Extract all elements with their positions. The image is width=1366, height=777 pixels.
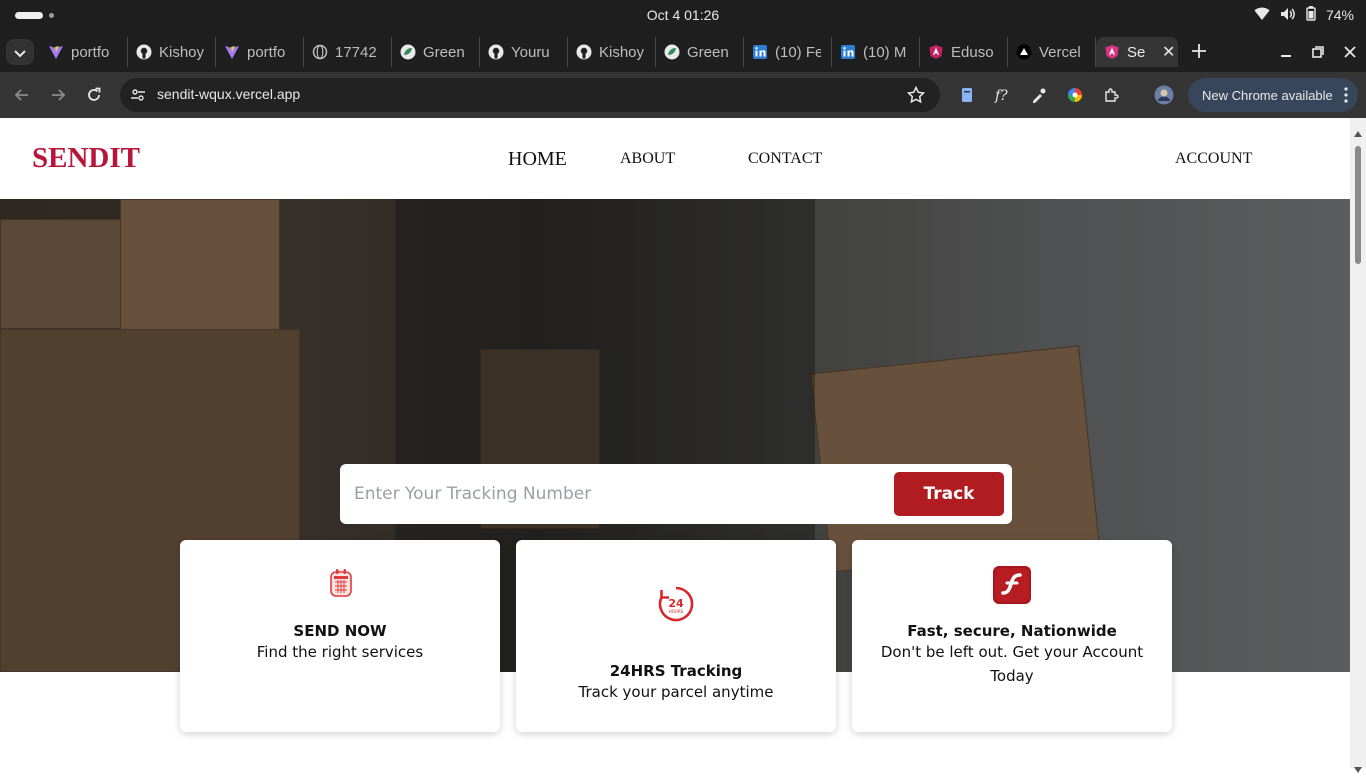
battery-percentage: 74%	[1325, 7, 1354, 23]
browser-tab[interactable]: Green	[656, 37, 744, 67]
profile-avatar[interactable]	[1152, 83, 1176, 107]
svg-text:HOURS: HOURS	[669, 609, 684, 614]
browser-tab[interactable]: Eduso	[920, 37, 1008, 67]
card-description: Find the right services	[256, 643, 424, 661]
os-status-bar: Oct 4 01:26 74%	[0, 0, 1366, 30]
update-chrome-button[interactable]: New Chrome available	[1188, 78, 1358, 112]
extensions-puzzle-icon[interactable]	[1099, 83, 1123, 107]
flash-icon	[993, 566, 1031, 608]
google-drive-extension-icon[interactable]	[955, 83, 979, 107]
browser-tab[interactable]: Youru	[480, 37, 568, 67]
minimize-button[interactable]	[1270, 37, 1302, 67]
tab-list: portfo Kishoy portfo 17742 Green Youru K…	[40, 37, 1178, 67]
svg-text:f?: f?	[994, 88, 1008, 103]
browser-tab[interactable]: Green	[392, 37, 480, 67]
browser-toolbar: sendit-wqux.vercel.app f? New Chrome ava…	[0, 72, 1366, 118]
green-leaf-icon	[400, 44, 416, 60]
browser-tab[interactable]: Kishoy	[568, 37, 656, 67]
window-controls	[1270, 37, 1366, 67]
forward-button[interactable]	[46, 83, 70, 107]
angular-icon	[928, 44, 944, 60]
new-tab-button[interactable]	[1186, 37, 1212, 65]
bookmark-star-icon[interactable]	[904, 83, 928, 107]
more-vertical-icon[interactable]	[1344, 87, 1348, 106]
close-window-button[interactable]	[1334, 37, 1366, 67]
scroll-up-arrow-icon[interactable]	[1354, 122, 1362, 141]
tab-search-button[interactable]	[6, 39, 34, 65]
eyedropper-extension-icon[interactable]	[1027, 83, 1051, 107]
browser-tab[interactable]: 17742	[304, 37, 392, 67]
scrollbar-thumb[interactable]	[1355, 146, 1361, 264]
nav-about-link[interactable]: ABOUT	[620, 150, 675, 168]
url-text[interactable]: sendit-wqux.vercel.app	[157, 86, 300, 102]
service-card-tracking[interactable]: 24 HOURS 24HRS Tracking Track your parcel…	[516, 540, 836, 732]
chevron-down-icon	[14, 43, 26, 62]
tracking-form: Track	[340, 464, 1012, 524]
arrow-left-icon	[14, 89, 28, 101]
browser-tab[interactable]: (10) Fe	[744, 37, 832, 67]
vercel-icon	[1016, 44, 1032, 60]
tracking-number-input[interactable]	[354, 474, 884, 514]
color-picker-extension-icon[interactable]	[1063, 83, 1087, 107]
volume-icon	[1280, 7, 1296, 24]
vite-icon	[48, 44, 64, 60]
font-extension-icon[interactable]: f?	[991, 83, 1015, 107]
web-page: SENDIT HOME ABOUT CONTACT ACCOUNT Track …	[0, 118, 1350, 768]
service-card-nationwide[interactable]: Fast, secure, Nationwide Don't be left o…	[852, 540, 1172, 732]
github-icon	[576, 44, 592, 60]
address-bar[interactable]: sendit-wqux.vercel.app	[120, 78, 940, 112]
card-description: Don't be left out. Get your Account Toda…	[880, 643, 1144, 685]
card-title: SEND NOW	[293, 622, 387, 640]
site-info-icon[interactable]	[126, 83, 150, 107]
browser-tab[interactable]: (10) M	[832, 37, 920, 67]
card-title: Fast, secure, Nationwide	[907, 622, 1117, 640]
nav-account-link[interactable]: ACCOUNT	[1175, 150, 1252, 168]
battery-icon	[1306, 6, 1316, 24]
browser-tab[interactable]: portfo	[40, 37, 128, 67]
nav-home-link[interactable]: HOME	[508, 148, 567, 171]
sendit-icon	[1104, 44, 1120, 60]
github-icon	[136, 44, 152, 60]
plus-icon	[1192, 44, 1206, 58]
github-icon	[488, 44, 504, 60]
browser-tab[interactable]: Vercel	[1008, 37, 1096, 67]
site-logo[interactable]: SENDIT	[32, 142, 140, 175]
system-tray[interactable]: 74%	[1254, 6, 1354, 24]
track-button[interactable]: Track	[894, 472, 1004, 516]
maximize-button[interactable]	[1302, 37, 1334, 67]
arrow-right-icon	[52, 89, 66, 101]
browser-tab[interactable]: portfo	[216, 37, 304, 67]
calendar-icon	[328, 568, 354, 602]
update-label: New Chrome available	[1202, 87, 1333, 103]
card-title: 24HRS Tracking	[609, 662, 743, 680]
tab-strip: portfo Kishoy portfo 17742 Green Youru K…	[0, 30, 1366, 72]
wifi-icon	[1254, 7, 1270, 24]
reload-button[interactable]	[82, 83, 106, 107]
reload-icon	[88, 87, 101, 101]
system-clock[interactable]: Oct 4 01:26	[0, 7, 1366, 23]
linkedin-icon	[752, 44, 768, 60]
browser-tab[interactable]: Kishoy	[128, 37, 216, 67]
green-leaf-icon	[664, 44, 680, 60]
linkedin-icon	[840, 44, 856, 60]
back-button[interactable]	[10, 83, 34, 107]
close-tab-icon[interactable]: ✕	[1162, 42, 1175, 62]
browser-tab-active[interactable]: Se ✕	[1096, 37, 1178, 67]
globe-icon	[312, 44, 328, 60]
page-scrollbar[interactable]	[1350, 118, 1366, 773]
nav-contact-link[interactable]: CONTACT	[748, 150, 822, 168]
vite-icon	[224, 44, 240, 60]
24-hours-icon: 24 HOURS	[658, 586, 694, 626]
service-card-send-now[interactable]: SEND NOW Find the right services	[180, 540, 500, 732]
site-navbar: SENDIT HOME ABOUT CONTACT ACCOUNT	[0, 118, 1350, 199]
card-description: Track your parcel anytime	[578, 683, 774, 701]
